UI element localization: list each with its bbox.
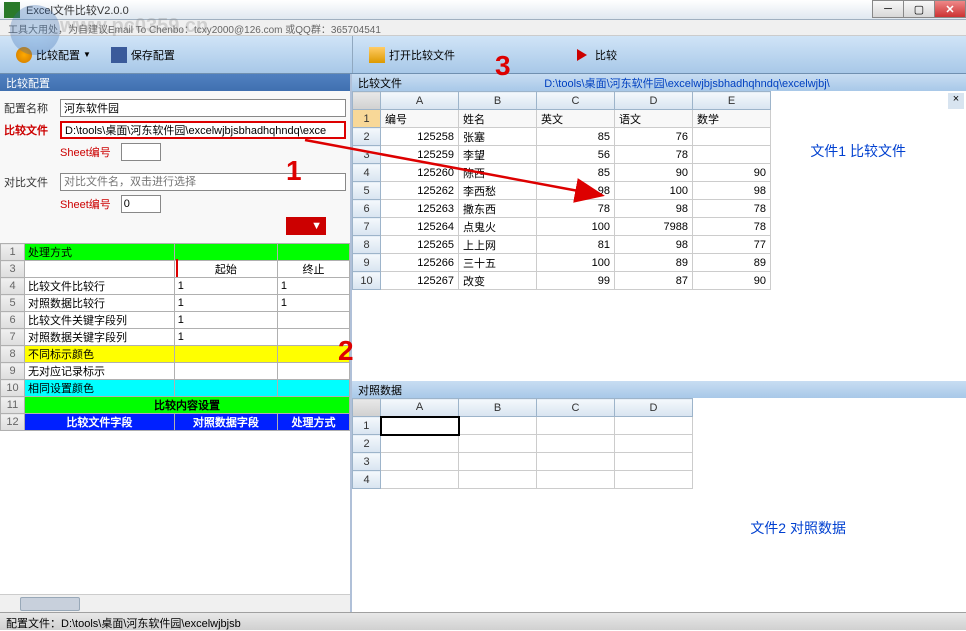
contrast-data-header: 对照数据 <box>352 381 966 398</box>
config-panel-header: 比较配置 <box>0 74 350 91</box>
compare-file-label: 比较文件 <box>4 122 60 138</box>
config-grid-row[interactable]: 6比较文件关键字段列1 <box>1 312 350 329</box>
chevron-down-icon: ▼ <box>83 50 91 59</box>
config-grid-row[interactable]: 3起始终止 <box>1 261 350 278</box>
red-cursor-line <box>176 259 178 277</box>
maximize-button[interactable]: ▢ <box>903 0 935 18</box>
folder-icon <box>369 47 385 63</box>
dropdown-button[interactable]: ▼ <box>286 217 326 235</box>
config-grid-row[interactable]: 4比较文件比较行11 <box>1 278 350 295</box>
config-grid-row[interactable]: 11比较内容设置 <box>1 397 350 414</box>
compare-label: 比较 <box>595 47 617 63</box>
contrast-file-label: 对比文件 <box>4 174 60 190</box>
window-title: Excel文件比较V2.0.0 <box>26 2 129 18</box>
app-icon <box>4 2 20 18</box>
toolbar: 比较配置 ▼ 保存配置 打开比较文件 比较 <box>0 36 966 74</box>
close-sheet-icon[interactable]: × <box>948 93 964 109</box>
config-button-label: 比较配置 <box>36 47 80 63</box>
close-button[interactable]: ✕ <box>934 0 966 18</box>
minimize-button[interactable]: ─ <box>872 0 904 18</box>
config-grid[interactable]: 1处理方式3起始终止4比较文件比较行115对照数据比较行116比较文件关键字段列… <box>0 243 350 431</box>
right-panel: 比较文件 D:\tools\桌面\河东软件园\excelwjbjsbhadhqh… <box>352 74 966 612</box>
contrast-spreadsheet[interactable]: ABCD1234 文件2 对照数据 <box>352 398 966 612</box>
config-grid-row[interactable]: 8不同标示颜色 <box>1 346 350 363</box>
sheet-num-input-2[interactable] <box>121 195 161 213</box>
compare-file-path: D:\tools\桌面\河东软件园\excelwjbjsbhadhqhndq\e… <box>408 75 966 91</box>
config-grid-row[interactable]: 5对照数据比较行11 <box>1 295 350 312</box>
file1-overlay-label: 文件1 比较文件 <box>810 141 906 161</box>
gear-icon <box>16 47 32 63</box>
contrast-file-input[interactable] <box>60 173 346 191</box>
save-config-label: 保存配置 <box>131 47 175 63</box>
config-grid-row[interactable]: 1处理方式 <box>1 244 350 261</box>
config-grid-row[interactable]: 9无对应记录标示 <box>1 363 350 380</box>
compare-file-input[interactable] <box>60 121 346 139</box>
save-config-button[interactable]: 保存配置 <box>101 42 185 68</box>
window-titlebar: Excel文件比较V2.0.0 ─ ▢ ✕ <box>0 0 966 20</box>
sheet-num-label-1: Sheet编号 <box>60 144 111 160</box>
contrast-data-label: 对照数据 <box>352 382 408 398</box>
open-file-label: 打开比较文件 <box>389 47 455 63</box>
config-name-input[interactable] <box>60 99 346 117</box>
play-icon <box>577 49 587 61</box>
left-scrollbar[interactable] <box>0 594 350 612</box>
save-icon <box>111 47 127 63</box>
config-grid-row[interactable]: 10相同设置颜色 <box>1 380 350 397</box>
open-file-button[interactable]: 打开比较文件 <box>359 42 465 68</box>
info-bar: 工具大用处，为自建议Email To Chenbo：tcxy2000@126.c… <box>0 20 966 36</box>
sheet-num-input-1[interactable] <box>121 143 161 161</box>
compare-file-header: 比较文件 D:\tools\桌面\河东软件园\excelwjbjsbhadhqh… <box>352 74 966 91</box>
compare-spreadsheet[interactable]: ABCDE1编号姓名英文语文数学2125258张塞85763125259李望56… <box>352 91 966 381</box>
compare-file-header-label: 比较文件 <box>352 75 408 91</box>
compare-button[interactable]: 比较 <box>567 42 627 68</box>
config-grid-row[interactable]: 12比较文件字段对照数据字段处理方式 <box>1 414 350 431</box>
sheet-num-label-2: Sheet编号 <box>60 196 111 212</box>
status-bar: 配置文件：D:\tools\桌面\河东软件园\excelwjbjsb <box>0 612 966 630</box>
config-name-label: 配置名称 <box>4 100 60 116</box>
file2-overlay-label: 文件2 对照数据 <box>750 518 846 538</box>
config-grid-row[interactable]: 7对照数据关键字段列1 <box>1 329 350 346</box>
config-button[interactable]: 比较配置 ▼ <box>6 42 101 68</box>
left-panel: 比较配置 配置名称 比较文件 Sheet编号 对比文件 Sheet编号 <box>0 74 352 612</box>
